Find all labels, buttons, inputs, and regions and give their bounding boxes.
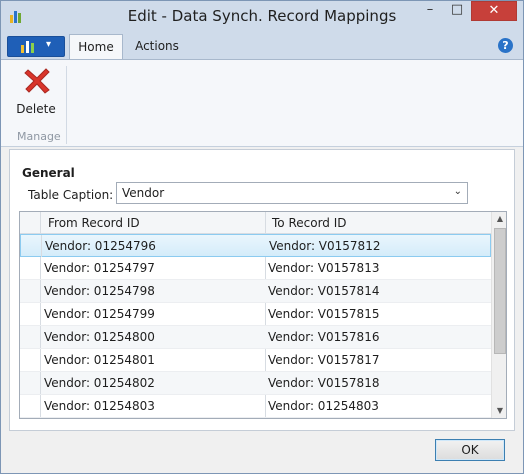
tab-home[interactable]: Home [69,34,123,60]
scroll-down-icon[interactable]: ▼ [492,404,506,418]
help-icon[interactable]: ? [498,38,513,53]
table-row[interactable]: Vendor: 01254796 Vendor: V0157812 [20,234,491,257]
cell-from-record-id: Vendor: 01254801 [44,353,155,367]
delete-button[interactable]: Delete [11,64,61,120]
app-menu-button[interactable]: ▾ [7,36,65,57]
cell-from-record-id: Vendor: 01254799 [44,307,155,321]
group-label-manage: Manage [17,130,61,143]
cell-from-record-id: Vendor: 01254798 [44,284,155,298]
grid-header: From Record ID To Record ID [20,212,491,234]
scroll-thumb[interactable] [494,228,506,354]
title-bar: Edit - Data Synch. Record Mappings – □ ✕ [1,1,523,32]
content-area: General Table Caption: Vendor ⌄ From Rec… [9,149,515,431]
cell-to-record-id: Vendor: V0157818 [268,376,380,390]
maximize-button[interactable]: □ [444,1,470,21]
row-selector[interactable] [20,280,41,302]
row-selector[interactable] [20,349,41,371]
row-selector[interactable] [20,303,41,325]
table-row[interactable]: Vendor: 01254801 Vendor: V0157817 [20,349,491,372]
cell-from-record-id: Vendor: 01254796 [45,239,156,253]
scroll-up-icon[interactable]: ▲ [492,212,506,226]
row-selector[interactable] [21,235,42,257]
cell-to-record-id: Vendor: V0157814 [268,284,380,298]
section-title-general: General [22,166,75,180]
cell-to-record-id: Vendor: V0157815 [268,307,380,321]
cell-from-record-id: Vendor: 01254797 [44,261,155,275]
tab-actions[interactable]: Actions [125,34,189,60]
ribbon-tab-bar: ▾ Home Actions ? [1,32,523,60]
table-row[interactable]: Vendor: 01254797 Vendor: V0157813 [20,257,491,280]
row-selector[interactable] [20,395,41,417]
minimize-button[interactable]: – [417,1,443,21]
delete-x-icon [24,68,50,94]
cell-from-record-id: Vendor: 01254803 [44,399,155,413]
ribbon-panel: Delete Manage [1,59,523,147]
cell-to-record-id: Vendor: 01254803 [268,399,379,413]
column-header-to-record-id[interactable]: To Record ID [272,216,347,230]
row-selector[interactable] [20,257,41,279]
table-row[interactable]: Vendor: 01254803 Vendor: 01254803 [20,395,491,418]
chevron-down-icon: ⌄ [453,186,462,197]
table-caption-combobox[interactable]: Vendor ⌄ [116,182,468,204]
cell-from-record-id: Vendor: 01254800 [44,330,155,344]
dialog-window: Edit - Data Synch. Record Mappings – □ ✕… [0,0,524,474]
app-logo-icon [21,41,34,53]
ok-button[interactable]: OK [435,439,505,461]
table-caption-value: Vendor [122,186,165,200]
group-divider [66,66,67,144]
close-button[interactable]: ✕ [471,1,517,21]
cell-to-record-id: Vendor: V0157812 [269,239,381,253]
column-header-from-record-id[interactable]: From Record ID [48,216,140,230]
row-selector[interactable] [20,372,41,394]
cell-to-record-id: Vendor: V0157813 [268,261,380,275]
cell-to-record-id: Vendor: V0157817 [268,353,380,367]
delete-label: Delete [16,102,56,116]
row-selector[interactable] [20,326,41,348]
cell-from-record-id: Vendor: 01254802 [44,376,155,390]
vertical-scrollbar[interactable]: ▲ ▼ [491,212,506,418]
cell-to-record-id: Vendor: V0157816 [268,330,380,344]
table-row[interactable]: Vendor: 01254799 Vendor: V0157815 [20,303,491,326]
chevron-down-icon: ▾ [46,39,52,50]
table-row[interactable]: Vendor: 01254798 Vendor: V0157814 [20,280,491,303]
mappings-grid: From Record ID To Record ID Vendor: 0125… [19,211,507,419]
table-row[interactable]: Vendor: 01254800 Vendor: V0157816 [20,326,491,349]
table-caption-label: Table Caption: [28,188,114,202]
grid-rows: Vendor: 01254796 Vendor: V0157812 Vendor… [20,234,491,418]
row-selector-header [20,212,41,234]
table-row[interactable]: Vendor: 01254802 Vendor: V0157818 [20,372,491,395]
